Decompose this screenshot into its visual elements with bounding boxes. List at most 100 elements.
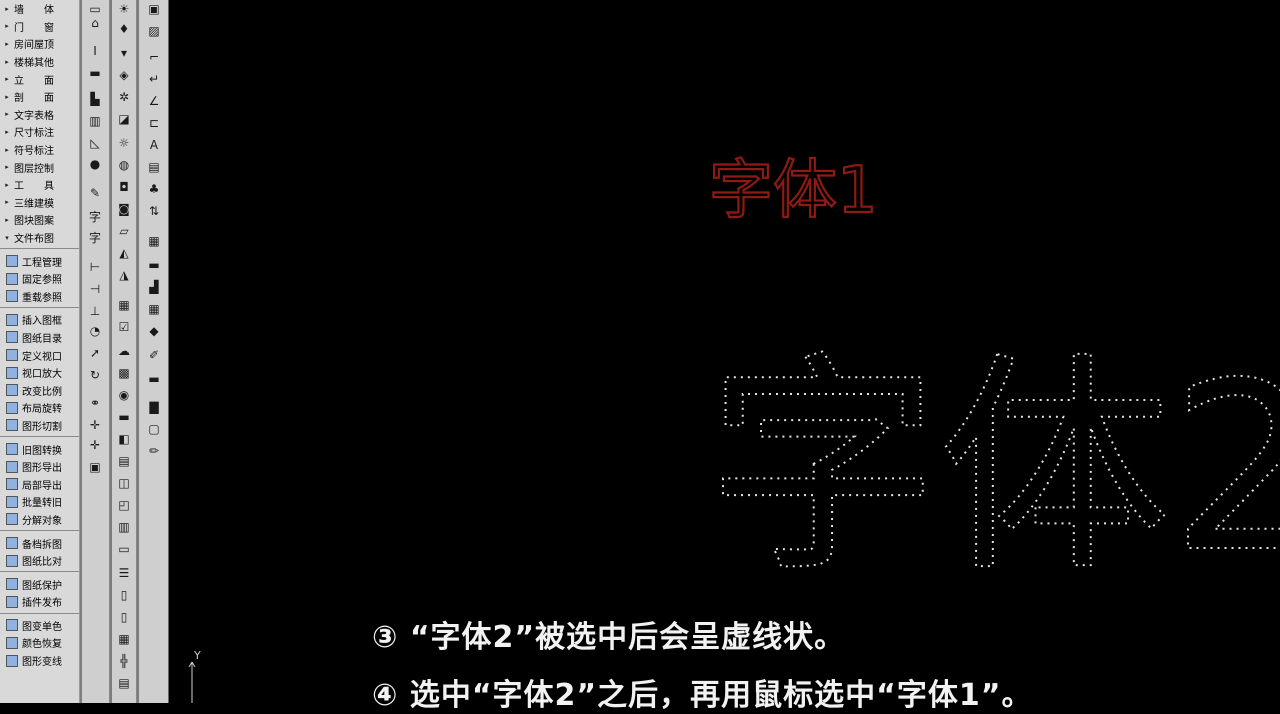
menu-command-item[interactable]: 图变单色 — [0, 617, 79, 635]
yellow-tool-icon[interactable]: ◙ — [114, 200, 134, 218]
menu-command-item[interactable]: 图纸目录 — [0, 329, 79, 347]
list-tool-icon[interactable]: ▦ — [144, 232, 164, 250]
menu-command-item[interactable]: 图形变线 — [0, 652, 79, 670]
cube-tool-icon[interactable]: ◈ — [114, 66, 134, 84]
column-view-icon[interactable]: ▥ — [114, 518, 134, 536]
menu-command-item[interactable]: 布局旋转 — [0, 399, 79, 417]
menu-command-item[interactable]: 插入图框 — [0, 311, 79, 329]
dim-tool-icon[interactable]: ⊢ — [85, 258, 105, 276]
grid-tool-icon[interactable]: ▦ — [114, 630, 134, 648]
menu-category-item[interactable]: ▸ 立 面 — [0, 70, 79, 88]
menu-category-item[interactable]: ▸ 文字表格 — [0, 106, 79, 124]
page-tool-icon[interactable]: ▤ — [114, 674, 134, 692]
link-tool-icon[interactable]: ⚭ — [85, 394, 105, 412]
layer-tool-icon[interactable]: ◭ — [114, 244, 134, 262]
tray-tool-icon[interactable]: ▬ — [114, 408, 134, 426]
gear-tool-icon[interactable]: ✲ — [114, 88, 134, 106]
box-tool-icon[interactable]: ◘ — [114, 178, 134, 196]
sphere-tool-icon[interactable]: ◍ — [114, 156, 134, 174]
doc-tool-icon[interactable]: ▯ — [114, 608, 134, 626]
text-object-red[interactable]: 字体1 — [708, 153, 879, 229]
menu-category-item[interactable]: ▸ 门 窗 — [0, 18, 79, 36]
sheet-tool-icon[interactable]: ▯ — [114, 586, 134, 604]
shape-tool-icon[interactable]: ◪ — [114, 110, 134, 128]
door-tool-icon[interactable]: ⌂ — [85, 14, 105, 32]
disk-tool-icon[interactable]: ◉ — [114, 386, 134, 404]
bar-tool-icon[interactable]: ▬ — [144, 256, 164, 274]
window-tool-icon[interactable]: ▥ — [85, 112, 105, 130]
menu-category-item[interactable]: ▸ 剖 面 — [0, 88, 79, 106]
column-tool-icon[interactable]: Ⅰ — [85, 42, 105, 60]
menu-command-item[interactable]: 图形切割 — [0, 417, 79, 435]
bracket-tool-icon[interactable]: ⊏ — [144, 114, 164, 132]
menu-category-item[interactable]: ▸ 工 具 — [0, 176, 79, 194]
menu-command-item[interactable]: 插件发布 — [0, 593, 79, 611]
brush-tool-icon[interactable]: ✎ — [85, 184, 105, 202]
corner-tool-icon[interactable]: ⌐ — [144, 48, 164, 66]
move-tool-2-icon[interactable]: ✛ — [85, 436, 105, 454]
hook-tool-icon[interactable]: ↵ — [144, 70, 164, 88]
table-tool-icon[interactable]: ▤ — [144, 158, 164, 176]
plane-tool-icon[interactable]: ▱ — [114, 222, 134, 240]
menu-command-item[interactable]: 批量转旧 — [0, 493, 79, 511]
menu-command-item[interactable]: 局部导出 — [0, 475, 79, 493]
text-tool-icon[interactable]: 字 — [85, 207, 105, 225]
menu-category-item[interactable]: ▸ 房间屋顶 — [0, 35, 79, 53]
menu-command-item[interactable]: 视口放大 — [0, 364, 79, 382]
chart-tool-icon[interactable]: ▟ — [144, 278, 164, 296]
menu-command-item[interactable]: 固定参照 — [0, 270, 79, 288]
angle-tool-icon[interactable]: ∠ — [144, 92, 164, 110]
window-pane-icon[interactable]: ◫ — [114, 474, 134, 492]
menu-command-item[interactable]: 图纸比对 — [0, 552, 79, 570]
menu-category-item[interactable]: ▾ 文件布图 — [0, 229, 79, 247]
letter-a-icon[interactable]: A — [144, 136, 164, 154]
sort-tool-icon[interactable]: ⇅ — [144, 202, 164, 220]
tree-tool-icon[interactable]: ♣ — [144, 180, 164, 198]
menu-command-item[interactable]: 分解对象 — [0, 511, 79, 529]
menu-command-item[interactable]: 颜色恢复 — [0, 634, 79, 652]
red-box-tool-icon[interactable]: ▩ — [114, 364, 134, 382]
menu-category-item[interactable]: ▸ 图层控制 — [0, 158, 79, 176]
frame-tool-icon[interactable]: ◰ — [114, 496, 134, 514]
red-shape-icon[interactable]: ◆ — [144, 322, 164, 340]
image-view-icon[interactable]: ▨ — [144, 22, 164, 40]
line-tool-icon[interactable]: ▬ — [85, 64, 105, 82]
print-tool-icon[interactable]: ▤ — [114, 452, 134, 470]
refresh-tool-icon[interactable]: ↻ — [85, 366, 105, 384]
brush-orange-icon[interactable]: ✏ — [144, 442, 164, 460]
triangle-tool-icon[interactable]: ◺ — [85, 134, 105, 152]
menu-command-item[interactable]: 定义视口 — [0, 346, 79, 364]
pencil-tool-icon[interactable]: ✐ — [144, 346, 164, 364]
cabinet-tool-icon[interactable]: ▬ — [144, 370, 164, 388]
menu-command-item[interactable]: 图纸保护 — [0, 575, 79, 593]
red-tool-icon[interactable]: ◧ — [114, 430, 134, 448]
menu-command-item[interactable]: 备档拆图 — [0, 534, 79, 552]
bulb-tool-icon[interactable]: ☀ — [114, 0, 134, 18]
frame-box-icon[interactable]: ▢ — [144, 420, 164, 438]
menu-command-item[interactable]: 工程管理 — [0, 252, 79, 270]
menu-category-item[interactable]: ▸ 楼梯其他 — [0, 53, 79, 71]
sun-tool-icon[interactable]: ☼ — [114, 134, 134, 152]
menu-category-item[interactable]: ▸ 三维建模 — [0, 194, 79, 212]
drop-tool-icon[interactable]: ▾ — [114, 44, 134, 62]
text-object-selected[interactable]: 字体2 — [706, 332, 1280, 604]
image-tool-icon[interactable]: ▣ — [85, 458, 105, 476]
dim-tool-3-icon[interactable]: ⊥ — [85, 302, 105, 320]
lamp-tool-icon[interactable]: ♦ — [114, 20, 134, 38]
blue-square-icon[interactable]: ▣ — [144, 0, 164, 18]
menu-category-item[interactable]: ▸ 符号标注 — [0, 141, 79, 159]
menu-category-item[interactable]: ▸ 墙 体 — [0, 0, 79, 18]
menu-command-item[interactable]: 改变比例 — [0, 381, 79, 399]
menu-command-item[interactable]: 图形导出 — [0, 458, 79, 476]
rotate-tool-icon[interactable]: ◔ — [85, 322, 105, 340]
render-tool-icon[interactable]: ◮ — [114, 266, 134, 284]
circle-tool-icon[interactable]: ● — [85, 155, 105, 173]
blue-block-icon[interactable]: ▇ — [144, 398, 164, 416]
drawing-canvas[interactable]: 字体1 字体2 Y — [172, 0, 1280, 703]
check-tool-icon[interactable]: ☑ — [114, 318, 134, 336]
menu-category-item[interactable]: ▸ 图块图案 — [0, 211, 79, 229]
cloud-tool-icon[interactable]: ☁ — [114, 342, 134, 360]
folder-tool-icon[interactable]: ▭ — [114, 540, 134, 558]
arrow-tool-icon[interactable]: ➚ — [85, 344, 105, 362]
menu-command-item[interactable]: 旧图转换 — [0, 440, 79, 458]
